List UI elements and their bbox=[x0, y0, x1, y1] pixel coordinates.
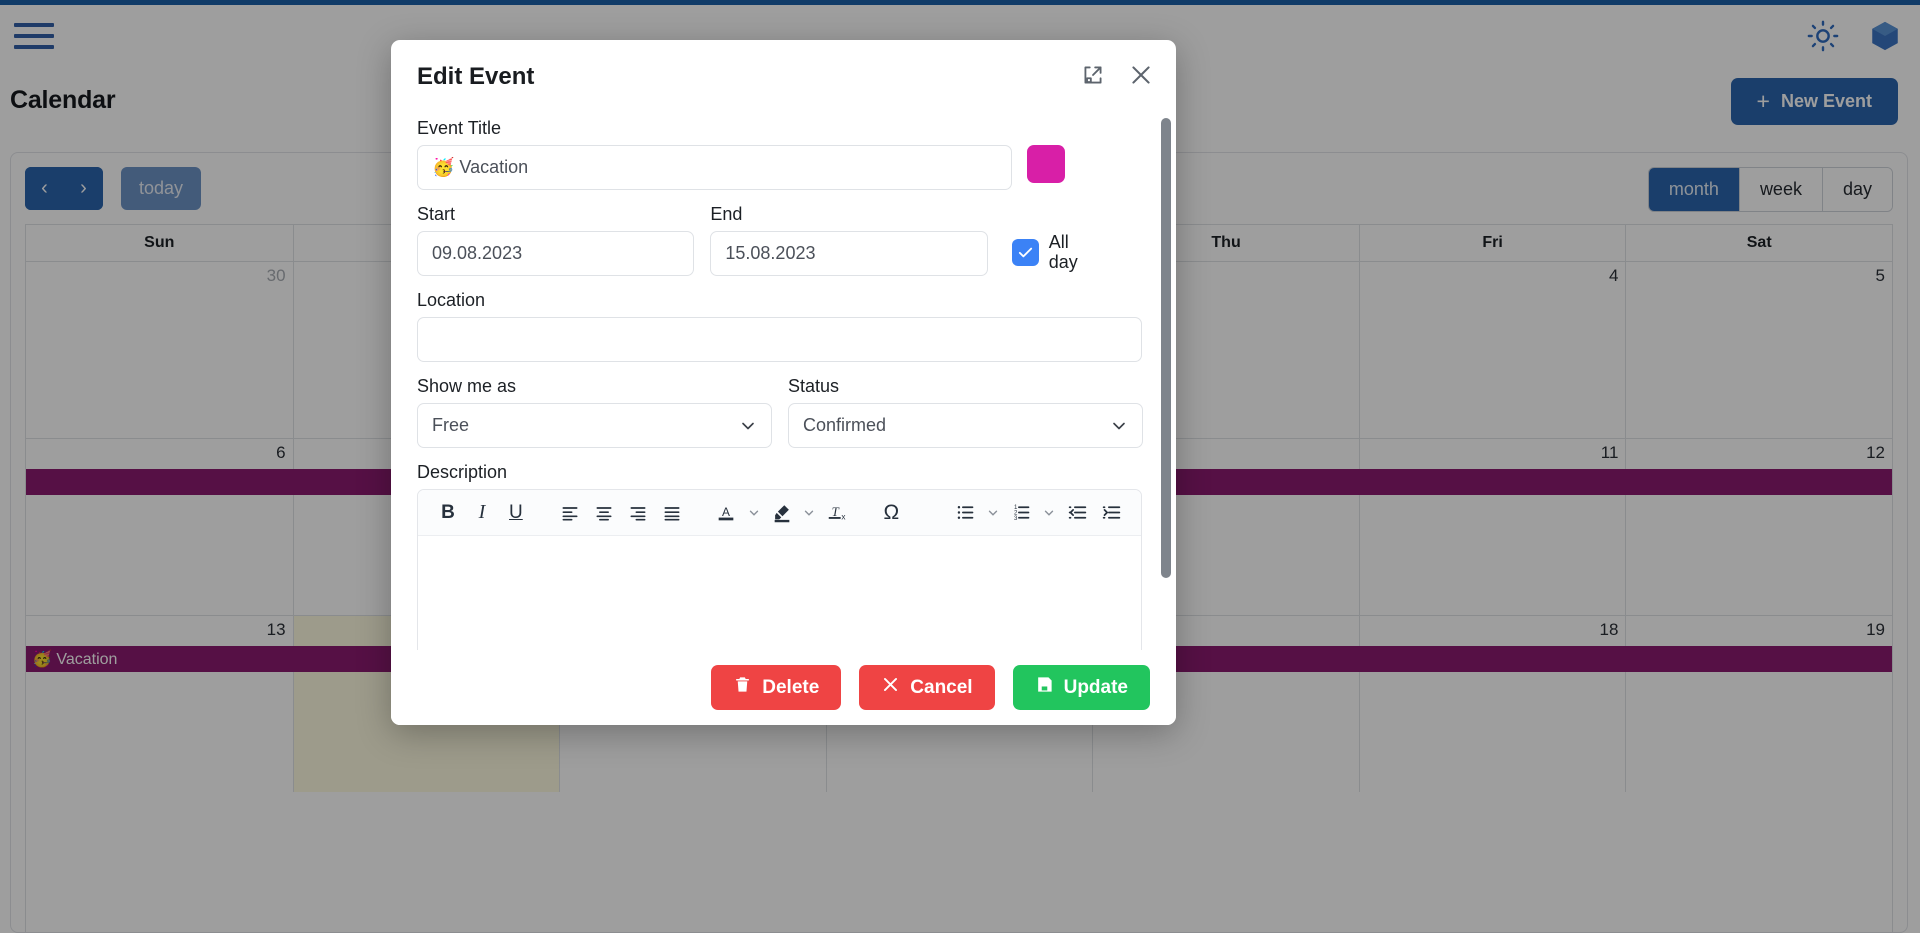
end-field-group: End bbox=[710, 204, 987, 276]
numbered-list-dropdown-icon[interactable] bbox=[1039, 497, 1059, 529]
svg-text:3: 3 bbox=[1014, 515, 1018, 522]
event-title-label: Event Title bbox=[417, 118, 1012, 139]
event-color-group bbox=[1012, 145, 1150, 190]
chevron-down-icon bbox=[738, 416, 758, 441]
status-label: Status bbox=[788, 376, 1143, 397]
numbered-list-icon[interactable]: 123 bbox=[1005, 497, 1037, 529]
special-character-icon[interactable]: Ω bbox=[875, 497, 907, 529]
selects-row: Show me as Free Status Confirmed bbox=[417, 376, 1150, 448]
update-button[interactable]: Update bbox=[1013, 665, 1150, 710]
all-day-checkbox[interactable] bbox=[1012, 239, 1039, 266]
description-editor-area[interactable] bbox=[418, 536, 1141, 650]
dialog-header: Edit Event bbox=[391, 40, 1176, 114]
start-date-input[interactable] bbox=[417, 231, 694, 276]
event-dates-row: Start End All day bbox=[417, 204, 1150, 276]
highlight-dropdown-icon[interactable] bbox=[799, 497, 819, 529]
description-group: Description B I U bbox=[417, 462, 1150, 650]
delete-button[interactable]: Delete bbox=[711, 665, 841, 710]
save-icon bbox=[1035, 675, 1054, 700]
editor-toolbar: B I U bbox=[418, 490, 1141, 536]
end-date-input[interactable] bbox=[710, 231, 987, 276]
all-day-label: All day bbox=[1049, 233, 1095, 272]
dialog-header-actions bbox=[1080, 62, 1154, 88]
svg-text:A: A bbox=[722, 504, 730, 518]
dialog-body: Event Title Start End bbox=[391, 114, 1176, 650]
highlight-icon[interactable] bbox=[766, 497, 798, 529]
delete-label: Delete bbox=[762, 677, 819, 699]
remove-format-icon[interactable]: Tx bbox=[821, 497, 853, 529]
italic-icon[interactable]: I bbox=[466, 497, 498, 529]
start-field-group: Start bbox=[417, 204, 694, 276]
expand-icon[interactable] bbox=[1080, 62, 1106, 88]
font-color-dropdown-icon[interactable] bbox=[744, 497, 764, 529]
event-title-field-group: Event Title bbox=[417, 118, 1012, 190]
event-title-row: Event Title bbox=[417, 118, 1150, 190]
start-label: Start bbox=[417, 204, 694, 225]
show-me-as-label: Show me as bbox=[417, 376, 772, 397]
location-field-group: Location bbox=[417, 290, 1142, 362]
status-group: Status Confirmed bbox=[788, 376, 1143, 448]
status-value: Confirmed bbox=[803, 415, 886, 436]
all-day-group: All day bbox=[988, 233, 1150, 276]
status-select[interactable]: Confirmed bbox=[788, 403, 1143, 448]
align-justify-icon[interactable] bbox=[656, 497, 688, 529]
align-right-icon[interactable] bbox=[622, 497, 654, 529]
dialog-footer: Delete Cancel Update bbox=[391, 650, 1176, 725]
close-icon bbox=[881, 675, 900, 700]
bulleted-list-dropdown-icon[interactable] bbox=[983, 497, 1003, 529]
align-center-icon[interactable] bbox=[588, 497, 620, 529]
svg-text:T: T bbox=[832, 504, 840, 518]
show-me-as-select[interactable]: Free bbox=[417, 403, 772, 448]
trash-icon bbox=[733, 675, 752, 700]
underline-icon[interactable]: U bbox=[500, 497, 532, 529]
bold-icon[interactable]: B bbox=[432, 497, 464, 529]
event-title-input[interactable] bbox=[417, 145, 1012, 190]
svg-text:x: x bbox=[842, 512, 847, 521]
dialog-scrollbar[interactable] bbox=[1161, 118, 1171, 578]
rich-text-editor: B I U bbox=[417, 489, 1142, 650]
align-left-icon[interactable] bbox=[554, 497, 586, 529]
increase-indent-icon[interactable] bbox=[1095, 497, 1127, 529]
show-me-as-value: Free bbox=[432, 415, 469, 436]
location-input[interactable] bbox=[417, 317, 1142, 362]
cancel-label: Cancel bbox=[910, 677, 972, 699]
location-label: Location bbox=[417, 290, 1142, 311]
event-color-swatch[interactable] bbox=[1027, 145, 1065, 183]
description-label: Description bbox=[417, 462, 1150, 483]
show-me-as-group: Show me as Free bbox=[417, 376, 772, 448]
cancel-button[interactable]: Cancel bbox=[859, 665, 994, 710]
decrease-indent-icon[interactable] bbox=[1061, 497, 1093, 529]
chevron-down-icon bbox=[1109, 416, 1129, 441]
update-label: Update bbox=[1064, 677, 1128, 699]
end-label: End bbox=[710, 204, 987, 225]
bulleted-list-icon[interactable] bbox=[949, 497, 981, 529]
font-color-icon[interactable]: A bbox=[710, 497, 742, 529]
dialog-title: Edit Event bbox=[417, 63, 534, 91]
edit-event-dialog: Edit Event Event Title bbox=[391, 40, 1176, 725]
close-icon[interactable] bbox=[1128, 62, 1154, 88]
